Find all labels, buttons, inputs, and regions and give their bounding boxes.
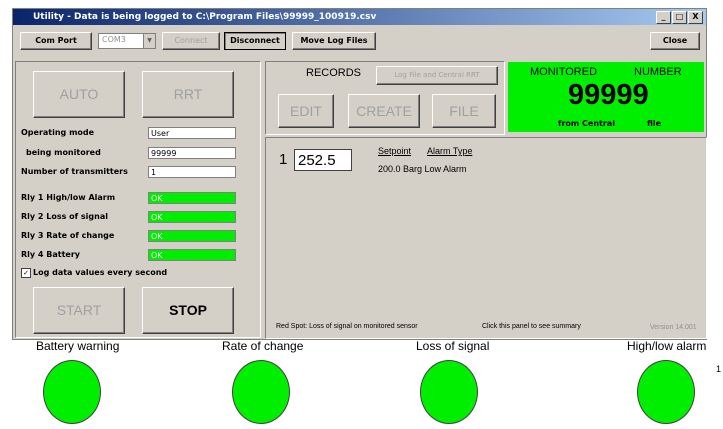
monitored-number-panel: MONITORED NUMBER 99999 from Central file: [508, 62, 704, 132]
being-monitored-field[interactable]: 99999: [148, 147, 236, 159]
relay-4-status: OK: [148, 249, 236, 261]
summary-panel[interactable]: 1 252.5 Setpoint Alarm Type 200.0 Barg L…: [265, 137, 707, 339]
maximize-button[interactable]: □: [672, 11, 687, 24]
from-central-label: from Central: [558, 119, 615, 128]
monitored-number: 99999: [568, 79, 649, 111]
number-label: NUMBER: [634, 66, 682, 78]
edge-mark: 1: [716, 364, 722, 374]
battery-warning-label: Battery warning: [36, 339, 120, 353]
disconnect-button[interactable]: Disconnect: [224, 32, 286, 50]
operating-mode-field[interactable]: User: [148, 127, 236, 139]
alarm-row: 200.0 Barg Low Alarm: [378, 164, 467, 174]
relay-1-status: OK: [148, 192, 236, 204]
relay-2-status: OK: [148, 211, 236, 223]
log-data-label: Log data values every second: [33, 268, 168, 277]
edit-button[interactable]: EDIT: [278, 94, 334, 128]
high-low-alarm-label: High/low alarm: [627, 339, 707, 353]
move-log-files-button[interactable]: Move Log Files: [292, 32, 376, 50]
window-title: Utility - Data is being logged to C:\Pro…: [33, 12, 377, 22]
setpoint-index: 1: [279, 151, 288, 168]
com-port-button[interactable]: Com Port: [20, 32, 92, 50]
file-label: file: [647, 119, 662, 128]
alarm-type-column-header: Alarm Type: [427, 146, 473, 156]
setpoint-column-header: Setpoint: [378, 146, 412, 156]
auto-button[interactable]: AUTO: [33, 71, 125, 118]
battery-warning-indicator: [43, 360, 101, 424]
close-window-button[interactable]: X: [688, 11, 703, 24]
file-button[interactable]: FILE: [432, 94, 496, 128]
log-data-checkbox[interactable]: ✓: [21, 268, 31, 278]
stop-button[interactable]: STOP: [142, 287, 234, 334]
loss-of-signal-indicator: [420, 360, 478, 424]
loss-of-signal-label: Loss of signal: [416, 339, 490, 353]
relay-3-label: Rly 3 Rate of change: [21, 231, 115, 240]
rrt-button[interactable]: RRT: [142, 71, 234, 118]
setpoint-value-field[interactable]: 252.5: [294, 149, 352, 171]
relay-3-status: OK: [148, 230, 236, 242]
utility-window: Utility - Data is being logged to C:\Pro…: [12, 8, 707, 340]
minimize-button[interactable]: _: [656, 11, 671, 24]
version-label: Version 14.001: [650, 324, 697, 331]
rate-of-change-indicator: [232, 360, 290, 424]
relay-2-label: Rly 2 Loss of signal: [21, 212, 108, 221]
records-title: RECORDS: [306, 67, 362, 79]
monitored-label: MONITORED: [530, 66, 598, 78]
records-panel: RECORDS Log File and Central RRT EDIT CR…: [265, 61, 505, 135]
chevron-down-icon[interactable]: ▼: [143, 34, 155, 48]
relay-4-label: Rly 4 Battery: [21, 250, 80, 259]
rate-of-change-label: Rate of change: [222, 339, 304, 353]
relay-1-label: Rly 1 High/low Alarm: [21, 193, 116, 202]
status-text: Red Spot: Loss of signal on monitored se…: [276, 323, 418, 330]
log-file-central-rrt-button[interactable]: Log File and Central RRT: [376, 66, 498, 85]
number-of-transmitters-label: Number of transmitters: [21, 167, 128, 176]
com-port-select[interactable]: COM3 ▼: [98, 33, 156, 49]
create-button[interactable]: CREATE: [348, 94, 420, 128]
start-button[interactable]: START: [33, 287, 125, 334]
operating-mode-label: Operating mode: [21, 128, 95, 137]
close-button[interactable]: Close: [650, 32, 700, 50]
left-panel: AUTO RRT Operating mode User being monit…: [15, 61, 261, 338]
connect-button[interactable]: Connect: [162, 32, 220, 50]
summary-hint: Click this panel to see summary: [482, 323, 581, 330]
high-low-alarm-indicator: [637, 360, 695, 424]
com-port-value: COM3: [102, 35, 126, 44]
being-monitored-label: being monitored: [26, 148, 101, 157]
title-bar: Utility - Data is being logged to C:\Pro…: [13, 9, 706, 25]
number-of-transmitters-field[interactable]: 1: [148, 166, 236, 178]
